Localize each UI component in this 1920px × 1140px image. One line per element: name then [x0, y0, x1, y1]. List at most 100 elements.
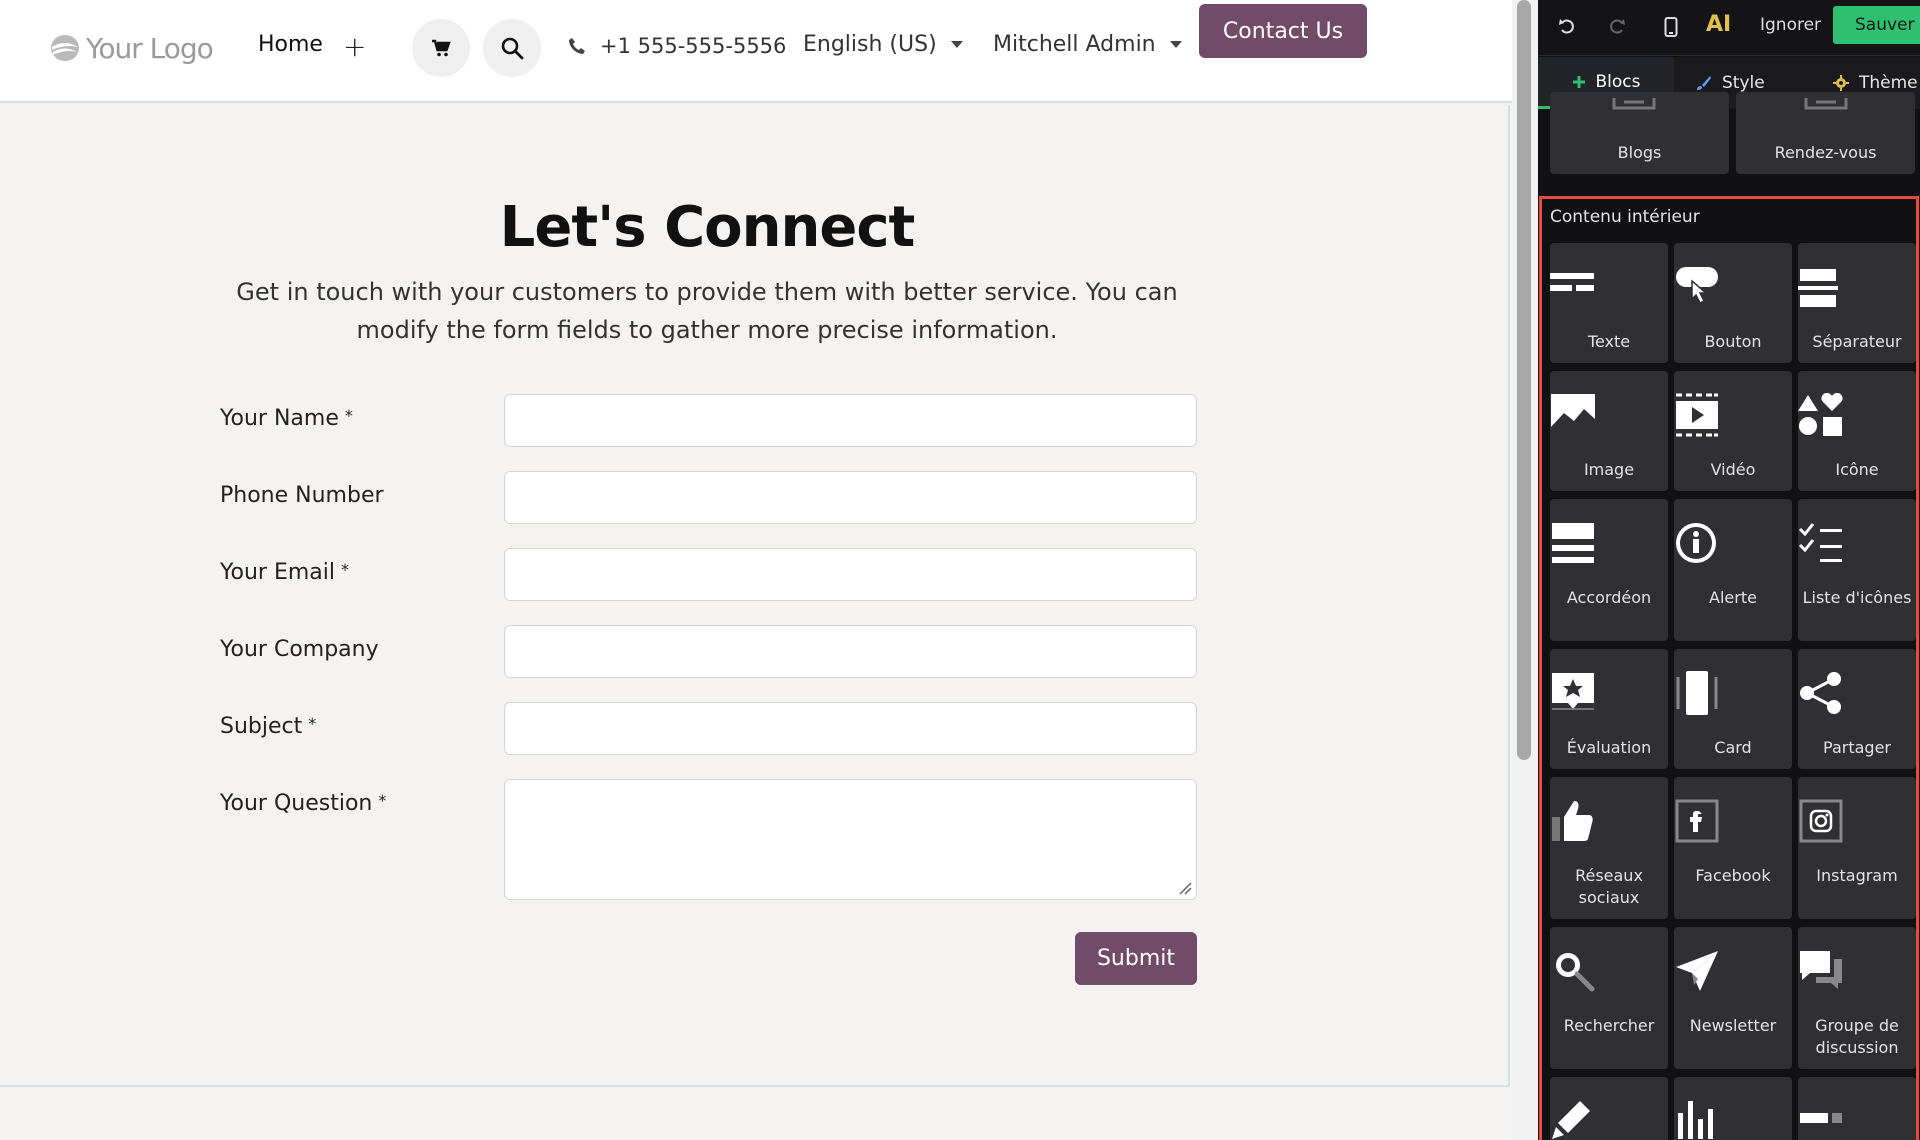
block-tile-accordion[interactable]: Accordéon [1550, 499, 1668, 641]
card-icon [1676, 671, 1718, 715]
block-label: Facebook [1695, 866, 1771, 885]
cart-icon [432, 39, 451, 57]
block-label: Groupe de discussion [1815, 1016, 1899, 1057]
language-selector[interactable]: English (US) [803, 32, 963, 57]
name-input[interactable] [504, 394, 1197, 447]
accordion-icon [1552, 523, 1594, 563]
block-tile-button[interactable]: Bouton [1674, 243, 1792, 363]
rating-icon [1552, 673, 1594, 710]
phone-icon [569, 38, 585, 54]
logo-icon [51, 35, 79, 61]
required-mark: * [378, 791, 387, 810]
block-tile-separator[interactable]: Séparateur [1798, 243, 1916, 363]
subject-input[interactable] [504, 702, 1197, 755]
button-icon [1676, 267, 1718, 305]
logo-text: Your Logo [86, 31, 214, 65]
block-tile-newsletter[interactable]: Newsletter [1674, 927, 1792, 1069]
tab-blocks-label: Blocs [1595, 71, 1641, 92]
block-tile-card[interactable]: Card [1674, 649, 1792, 769]
block-tile-rating[interactable]: Évaluation [1550, 649, 1668, 769]
block-label: Partager [1823, 738, 1891, 757]
undo-button[interactable] [1554, 14, 1580, 40]
chevron-down-icon [950, 41, 963, 48]
block-tile-highlight[interactable] [1550, 1077, 1668, 1140]
block-label: Rechercher [1563, 1016, 1655, 1035]
redo-button[interactable] [1604, 14, 1630, 40]
language-label: English (US) [803, 32, 937, 57]
block-tile-chart[interactable] [1674, 1077, 1792, 1140]
info-icon [1676, 523, 1716, 563]
user-name: Mitchell Admin [993, 32, 1156, 57]
block-label: Card [1714, 738, 1752, 757]
block-tile-text[interactable]: Texte [1550, 243, 1668, 363]
email-input[interactable] [504, 548, 1197, 601]
block-label: Séparateur [1812, 332, 1902, 351]
thumbs-up-icon [1552, 801, 1593, 841]
cart-button[interactable] [412, 19, 470, 77]
required-mark: * [308, 714, 317, 733]
image-icon [1551, 394, 1595, 436]
block-label: Réseaux sociaux [1575, 866, 1643, 907]
block-label: Texte [1587, 332, 1631, 351]
phone-link[interactable]: +1 555-555-5556 [568, 34, 786, 58]
block-tile-facebook[interactable]: Facebook [1674, 777, 1792, 919]
scrollbar-thumb[interactable] [1517, 0, 1531, 760]
chevron-down-icon [1169, 41, 1182, 48]
user-menu[interactable]: Mitchell Admin [993, 32, 1182, 57]
question-textarea[interactable] [504, 779, 1197, 900]
block-tile-video[interactable]: Vidéo [1674, 371, 1792, 491]
bar-chart-icon [1678, 1101, 1713, 1139]
share-icon [1800, 672, 1841, 714]
block-label: Rendez-vous [1774, 143, 1877, 162]
phone-number: +1 555-555-5556 [600, 34, 787, 58]
block-tile-appointments[interactable]: Rendez-vous [1736, 92, 1915, 174]
editor-panel: AI Ignorer Sauver Blocs Style Thème Blog… [1538, 0, 1920, 1140]
site-logo[interactable]: Your Logo [50, 28, 214, 68]
block-tile-discussion-group[interactable]: Groupe de discussion [1798, 927, 1916, 1069]
block-label: Blogs [1617, 143, 1662, 162]
required-mark: * [344, 406, 353, 425]
block-tile-icon[interactable]: Icône [1798, 371, 1916, 491]
phone-input[interactable] [504, 471, 1197, 524]
chat-icon [1800, 951, 1842, 989]
discard-button[interactable]: Ignorer [1760, 15, 1821, 35]
block-label: Bouton [1704, 332, 1762, 351]
field-label-question: Your Question * [220, 791, 387, 816]
field-label-email: Your Email * [220, 560, 349, 585]
blogs-icon [1612, 98, 1656, 110]
ai-button[interactable]: AI [1706, 12, 1731, 37]
block-label: Accordéon [1566, 588, 1652, 607]
editor-toolbar: AI Ignorer Sauver [1538, 0, 1920, 56]
website-preview: Your Logo Home + +1 555-555-5556 English… [0, 0, 1512, 1140]
resize-handle-icon[interactable] [1178, 881, 1192, 895]
block-tile-blogs[interactable]: Blogs [1550, 92, 1729, 174]
undo-icon [1559, 19, 1574, 34]
block-tile-progress-bar[interactable] [1798, 1077, 1916, 1140]
block-tile-share[interactable]: Partager [1798, 649, 1916, 769]
shapes-icon [1798, 393, 1843, 436]
mobile-preview-button[interactable] [1658, 14, 1684, 40]
search-button[interactable] [483, 19, 541, 77]
search-icon [1556, 953, 1595, 992]
progress-icon [1800, 1113, 1842, 1123]
gear-icon [1833, 75, 1849, 91]
block-tile-search[interactable]: Rechercher [1550, 927, 1668, 1069]
contact-us-button[interactable]: Contact Us [1199, 4, 1367, 58]
add-menu-item-icon[interactable]: + [343, 30, 366, 63]
block-tile-instagram[interactable]: Instagram [1798, 777, 1916, 919]
block-tile-icon-list[interactable]: Liste d'icônes [1798, 499, 1916, 641]
page-description: Get in touch with your customers to prov… [236, 278, 1178, 344]
block-label: Évaluation [1566, 738, 1652, 757]
save-button[interactable]: Sauver [1833, 6, 1920, 44]
nav-home-link[interactable]: Home [258, 32, 323, 57]
submit-button[interactable]: Submit [1075, 932, 1197, 985]
tab-theme-label: Thème [1859, 73, 1918, 93]
site-header: Your Logo Home + +1 555-555-5556 English… [0, 0, 1512, 103]
block-tile-image[interactable]: Image [1550, 371, 1668, 491]
block-label: Vidéo [1710, 460, 1756, 479]
calendar-icon [1804, 98, 1848, 110]
company-input[interactable] [504, 625, 1197, 678]
block-tile-social-media[interactable]: Réseaux sociaux [1550, 777, 1668, 919]
block-label: Newsletter [1689, 1016, 1777, 1035]
block-tile-alert[interactable]: Alerte [1674, 499, 1792, 641]
